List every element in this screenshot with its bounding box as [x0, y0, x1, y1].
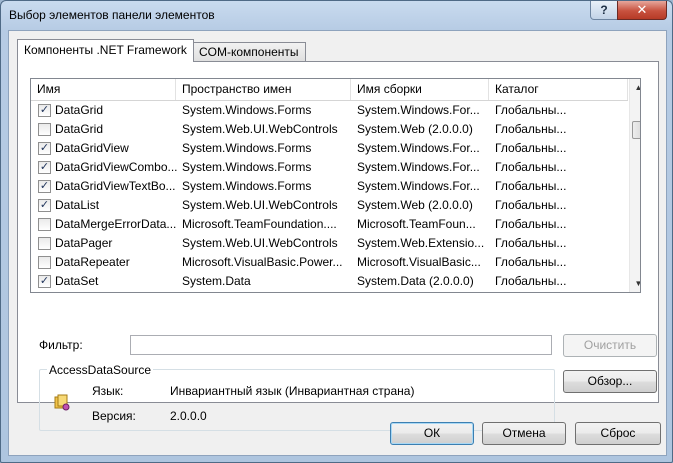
cell-assembly: System.Windows.For...: [357, 141, 480, 155]
cell-directory: Глобальны...: [495, 179, 567, 193]
browse-button[interactable]: Обзор...: [563, 370, 657, 393]
cell-directory: Глобальны...: [495, 236, 567, 250]
cell-name: DataGrid: [55, 122, 104, 136]
cell-assembly: System.Web (2.0.0.0): [357, 198, 473, 212]
list-header: Имя Пространство имен Имя сборки Каталог: [31, 79, 628, 101]
table-row[interactable]: ✓ DataList System.Web.UI.WebControls System…: [31, 196, 628, 215]
cell-name: DataList: [55, 198, 100, 212]
filter-label: Фильтр:: [39, 338, 83, 352]
window-title: Выбор элементов панели элементов: [9, 8, 215, 22]
cell-name: DataRepeater: [55, 255, 130, 269]
cell-assembly: System.Windows.For...: [357, 179, 480, 193]
table-row[interactable]: ✓ DataGridView System.Windows.Forms System.…: [31, 139, 628, 158]
cell-namespace: System.Web.UI.WebControls: [182, 198, 338, 212]
cell-directory: Глобальны...: [495, 198, 567, 212]
cell-directory: Глобальны...: [495, 122, 567, 136]
version-value: 2.0.0.0: [170, 409, 207, 423]
table-row[interactable]: DataGrid System.Web.UI.WebControls System.…: [31, 120, 628, 139]
table-row[interactable]: DataMergeErrorData... Microsoft.TeamFound…: [31, 215, 628, 234]
tab-net-framework-components[interactable]: Компоненты .NET Framework: [17, 39, 194, 62]
ok-button[interactable]: ОК: [390, 422, 474, 445]
cell-namespace: System.Windows.Forms: [182, 179, 312, 193]
cell-assembly: Microsoft.VisualBasic...: [357, 255, 481, 269]
cell-directory: Глобальны...: [495, 103, 567, 117]
dialog-client-area: Компоненты .NET Framework COM-компоненты…: [8, 30, 667, 456]
cell-name: DataGrid: [55, 103, 104, 117]
cell-assembly: System.Windows.For...: [357, 103, 480, 117]
cell-assembly: System.Data (2.0.0.0): [357, 274, 474, 288]
column-header-assembly[interactable]: Имя сборки: [351, 79, 489, 100]
table-row[interactable]: ✓ DataGridViewCombo... System.Windows.Form…: [31, 158, 628, 177]
cell-namespace: System.Web.UI.WebControls: [182, 236, 338, 250]
cell-directory: Глобальны...: [495, 160, 567, 174]
tab-com-components[interactable]: COM-компоненты: [192, 42, 306, 62]
cell-namespace: System.Windows.Forms: [182, 160, 312, 174]
assembly-icon: [54, 394, 70, 411]
row-checkbox[interactable]: ✓: [38, 180, 51, 193]
language-label: Язык:: [92, 384, 124, 398]
scroll-down-arrow-icon[interactable]: ▼: [630, 275, 640, 292]
cell-name: DataGridViewCombo...: [55, 160, 177, 174]
cell-namespace: System.Data: [182, 274, 251, 288]
row-checkbox[interactable]: ✓: [38, 142, 51, 155]
cell-namespace: System.Windows.Forms: [182, 141, 312, 155]
title-bar[interactable]: Выбор элементов панели элементов ? ✕: [1, 1, 672, 31]
row-checkbox[interactable]: ✓: [38, 104, 51, 117]
dialog-window: Выбор элементов панели элементов ? ✕ Ком…: [0, 0, 673, 463]
row-checkbox[interactable]: ✓: [38, 275, 51, 288]
filter-input[interactable]: [130, 335, 552, 355]
reset-button[interactable]: Сброс: [575, 422, 661, 445]
scroll-up-arrow-icon[interactable]: ▲: [630, 79, 640, 96]
cell-directory: Глобальны...: [495, 274, 567, 288]
list-vertical-scrollbar[interactable]: ▲ ▼: [629, 79, 640, 292]
language-value: Инвариантный язык (Инвариантная страна): [170, 384, 415, 398]
cell-namespace: Microsoft.TeamFoundation....: [182, 217, 337, 231]
cell-name: DataPager: [55, 236, 113, 250]
row-checkbox[interactable]: [38, 256, 51, 269]
row-checkbox[interactable]: [38, 218, 51, 231]
cell-directory: Глобальны...: [495, 141, 567, 155]
tab-panel: Имя Пространство имен Имя сборки Каталог…: [17, 61, 659, 431]
table-row[interactable]: DataRepeater Microsoft.VisualBasic.Power.…: [31, 253, 628, 272]
table-row[interactable]: ✓ DataSet System.Data System.Data (2.0.0.0)…: [31, 272, 628, 291]
version-label: Версия:: [92, 409, 136, 423]
cell-name: DataGridView: [55, 141, 129, 155]
cell-name: DataSet: [55, 274, 99, 288]
cell-assembly: System.Web (2.0.0.0): [357, 122, 473, 136]
cell-name: DataMergeErrorData...: [55, 217, 177, 231]
table-row[interactable]: DataPager System.Web.UI.WebControls System…: [31, 234, 628, 253]
column-header-name[interactable]: Имя: [31, 79, 176, 100]
cell-assembly: System.Web.Extensio...: [357, 236, 485, 250]
table-row[interactable]: ✓ DataGridViewTextBo... System.Windows.For…: [31, 177, 628, 196]
clear-button[interactable]: Очистить: [563, 334, 657, 357]
cell-namespace: System.Windows.Forms: [182, 103, 312, 117]
row-checkbox[interactable]: [38, 237, 51, 250]
table-row[interactable]: ✓ DataGrid System.Windows.Forms System.Wind…: [31, 101, 628, 120]
column-header-namespace[interactable]: Пространство имен: [176, 79, 351, 100]
cell-directory: Глобальны...: [495, 217, 567, 231]
components-list[interactable]: Имя Пространство имен Имя сборки Каталог…: [30, 78, 641, 293]
cell-name: DataGridViewTextBo...: [55, 179, 176, 193]
cell-assembly: System.Windows.For...: [357, 160, 480, 174]
row-checkbox[interactable]: ✓: [38, 161, 51, 174]
help-button[interactable]: ?: [590, 1, 618, 20]
cancel-button[interactable]: Отмена: [482, 422, 566, 445]
component-details-title: AccessDataSource: [47, 363, 154, 377]
close-button[interactable]: ✕: [617, 1, 667, 20]
cell-assembly: Microsoft.TeamFoun...: [357, 217, 476, 231]
scroll-thumb[interactable]: [632, 121, 640, 139]
cell-namespace: System.Web.UI.WebControls: [182, 122, 338, 136]
cell-directory: Глобальны...: [495, 255, 567, 269]
row-checkbox[interactable]: [38, 123, 51, 136]
cell-namespace: Microsoft.VisualBasic.Power...: [182, 255, 343, 269]
row-checkbox[interactable]: ✓: [38, 199, 51, 212]
column-header-directory[interactable]: Каталог: [489, 79, 628, 100]
